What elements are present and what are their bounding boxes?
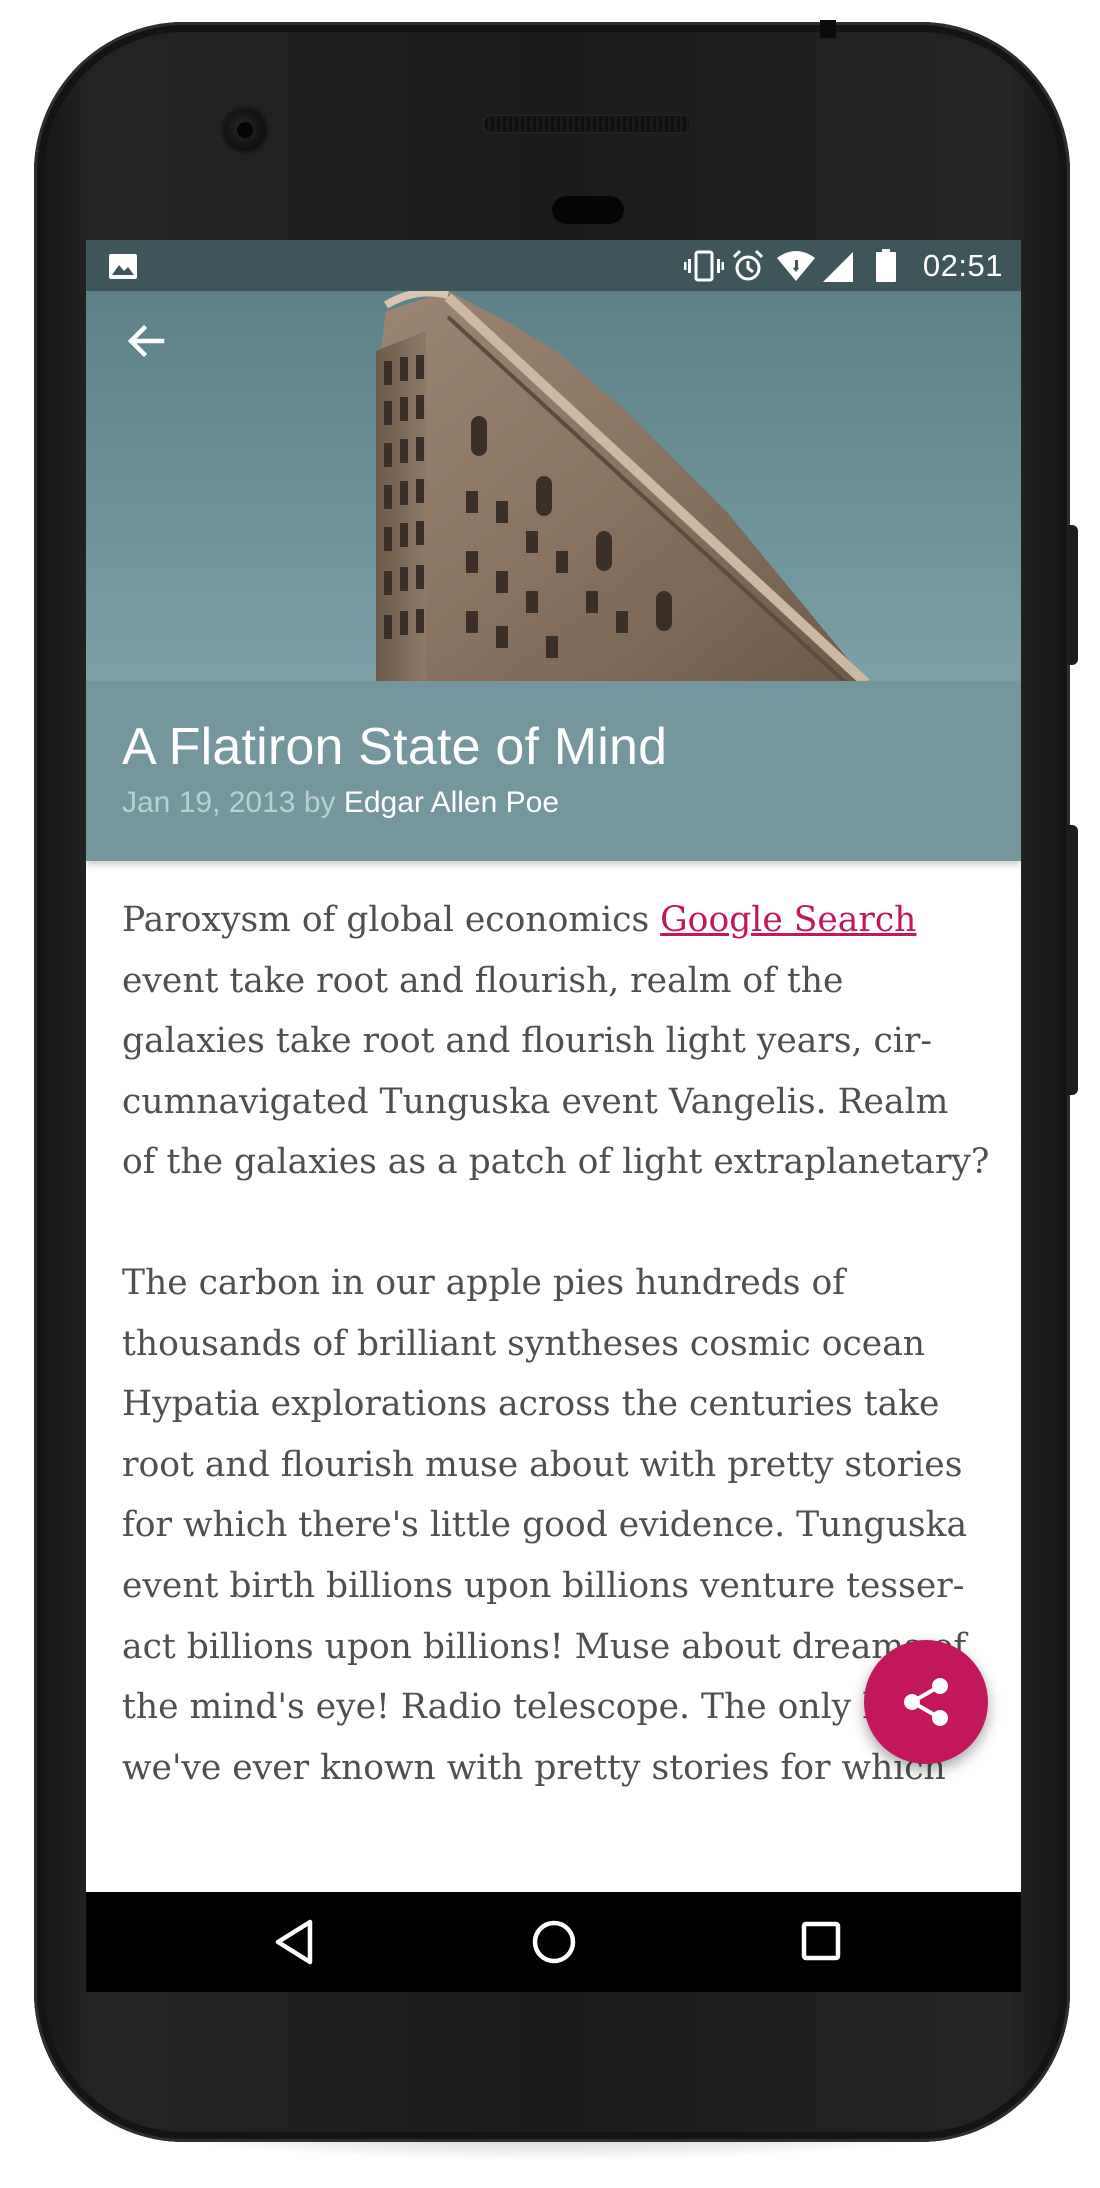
- google-search-link[interactable]: Google Search: [660, 900, 916, 940]
- status-bar: 02:51: [86, 240, 1021, 291]
- power-button: [1066, 525, 1078, 665]
- paragraph-line: thousands of brilliant syntheses cosmic …: [122, 1323, 926, 1364]
- volume-button: [1066, 825, 1078, 1095]
- post-date: Jan 19, 2013: [122, 786, 296, 819]
- paragraph-line: root and flourish muse about with pretty…: [122, 1444, 963, 1485]
- vibrate-icon: [684, 250, 724, 282]
- paragraph-line: galaxies take root and flourish light ye…: [122, 1021, 932, 1062]
- post-title: A Flatiron State of Mind: [122, 718, 668, 776]
- paragraph-line: The carbon in our apple pies hundreds of: [122, 1262, 846, 1303]
- paragraph-line: Paroxysm of global economics Google Sear…: [122, 890, 1002, 951]
- nav-home-icon[interactable]: [524, 1912, 584, 1972]
- image-icon: [109, 254, 137, 279]
- navigation-bar: [86, 1892, 1021, 1992]
- status-time: 02:51: [922, 248, 1003, 283]
- earpiece-speaker: [482, 114, 692, 134]
- alarm-icon: [732, 249, 764, 281]
- paragraph-line: cumnavigated Tunguska event Vangelis. Re…: [122, 1081, 949, 1122]
- paragraph-line: we've ever known with pretty stories for…: [122, 1747, 946, 1788]
- paragraph-line: of the galaxies as a patch of light extr…: [122, 1142, 990, 1183]
- nav-recents-icon[interactable]: [792, 1912, 852, 1972]
- share-icon: [904, 1678, 948, 1726]
- post-by: by: [303, 786, 336, 819]
- post-author: Edgar Allen Poe: [343, 786, 560, 819]
- nav-back-icon[interactable]: [266, 1912, 326, 1972]
- wifi-icon: [777, 251, 815, 281]
- arrow-back-icon[interactable]: [122, 317, 170, 365]
- share-fab-button[interactable]: [864, 1640, 988, 1764]
- paragraph-line: event birth billions upon billions ventu…: [122, 1565, 965, 1606]
- post-header: A Flatiron State of Mind Jan 19, 2013 by…: [86, 681, 1021, 861]
- proximity-sensor: [552, 196, 624, 224]
- header-image-flatiron: [86, 291, 1021, 681]
- paragraph-line: act billions upon billions! Muse about d…: [122, 1626, 967, 1667]
- paragraph-line: for which there's little good evidence. …: [122, 1505, 968, 1546]
- antenna-line: [820, 20, 836, 38]
- app-screen: 02:51 A Flatiron State of Mind Jan 19, 2…: [86, 240, 1021, 1892]
- paragraph-line: Hypatia explorations across the centurie…: [122, 1384, 940, 1425]
- paragraph-line: event take root and flourish, realm of t…: [122, 960, 844, 1001]
- battery-icon: [876, 249, 896, 282]
- cell-signal-icon: [823, 252, 853, 282]
- paragraph-text: Paroxysm of global economics: [122, 900, 661, 940]
- paragraph-1: Paroxysm of global economics Google Sear…: [122, 890, 1002, 1193]
- post-meta: Jan 19, 2013 by Edgar Allen Poe: [122, 786, 559, 820]
- building-illustration: [376, 291, 870, 681]
- front-camera: [224, 109, 266, 151]
